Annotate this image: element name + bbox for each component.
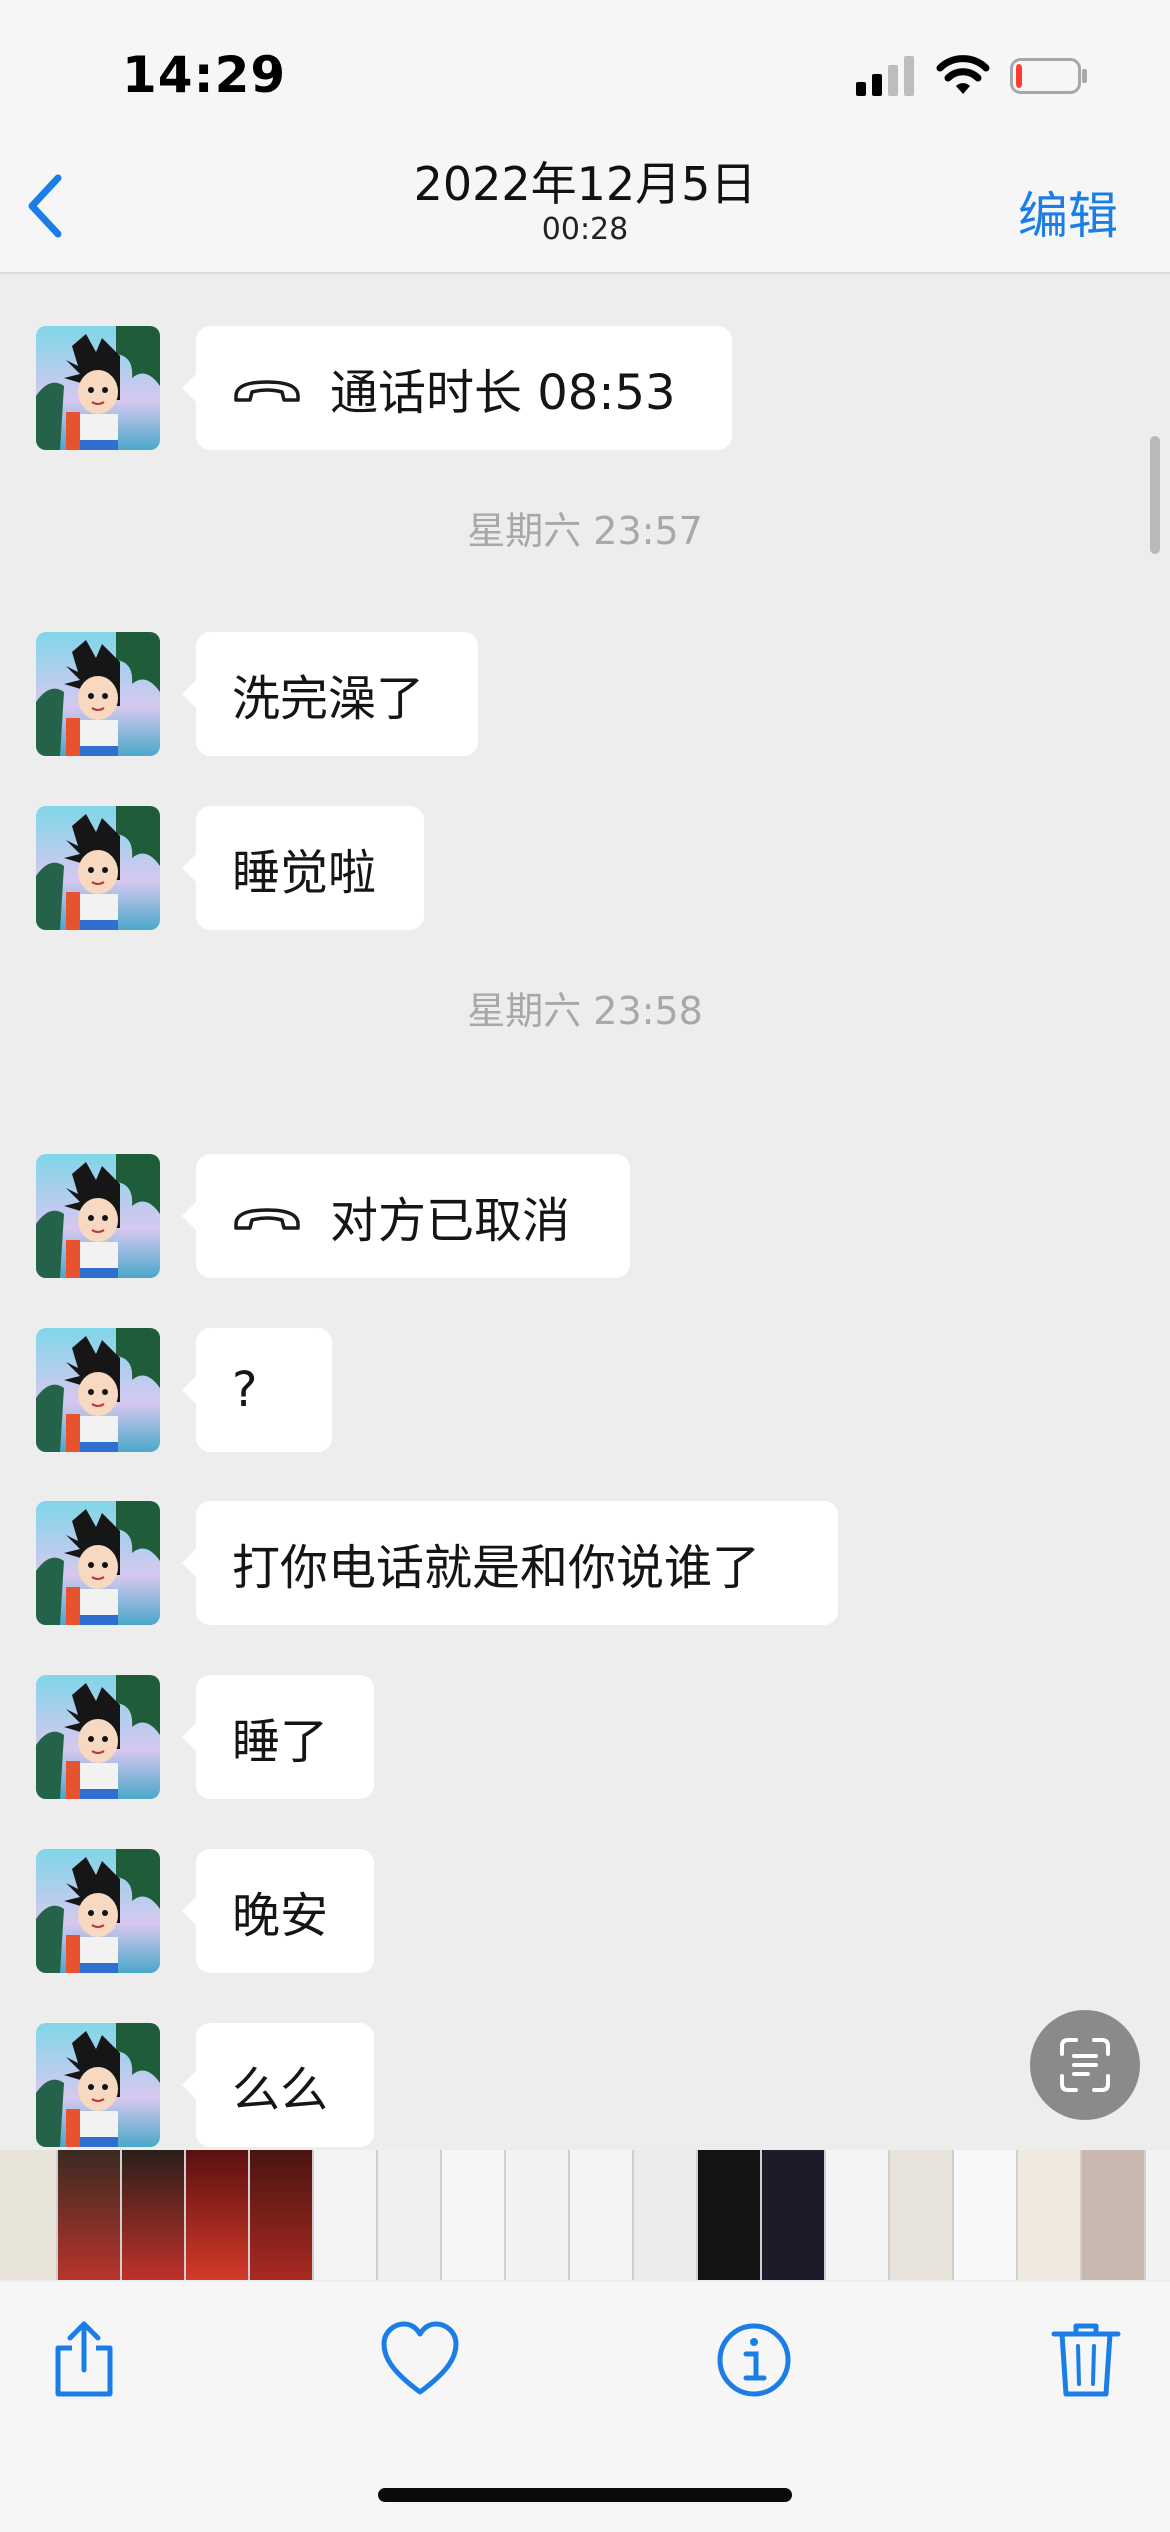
avatar[interactable]: [36, 1675, 160, 1799]
edit-button[interactable]: 编辑: [1018, 176, 1118, 248]
message-bubble[interactable]: 睡觉啦: [182, 806, 424, 930]
delete-button[interactable]: [1050, 2318, 1122, 2398]
message-text: 睡觉啦: [232, 845, 377, 901]
thumbnail[interactable]: [954, 2150, 1016, 2280]
thumbnail[interactable]: [442, 2150, 504, 2280]
message-timestamp: 星期六 23:57: [467, 509, 703, 553]
thumbnail[interactable]: [250, 2150, 312, 2280]
avatar[interactable]: [36, 806, 160, 930]
message-text: 通话时长 08:53: [330, 365, 676, 421]
avatar[interactable]: [36, 1501, 160, 1625]
call-message-bubble[interactable]: 通话时长 08:53: [182, 326, 732, 450]
message-text: 么么: [232, 2062, 329, 2118]
call-message-bubble[interactable]: 对方已取消: [182, 1154, 630, 1278]
phone-hangup-icon: [234, 1208, 300, 1230]
thumbnail[interactable]: [58, 2150, 120, 2280]
thumbnail[interactable]: [698, 2150, 760, 2280]
header-time: 00:28: [541, 212, 629, 247]
thumbnail[interactable]: [890, 2150, 952, 2280]
thumbnail[interactable]: [0, 2150, 56, 2280]
live-text-icon: [1060, 2038, 1110, 2092]
thumbnail[interactable]: [570, 2150, 632, 2280]
avatar[interactable]: [36, 1328, 160, 1452]
avatar[interactable]: [36, 1154, 160, 1278]
header-date: 2022年12月5日: [413, 157, 757, 211]
thumbnail[interactable]: [378, 2150, 440, 2280]
phone-hangup-icon: [234, 380, 300, 402]
message-bubble[interactable]: 么么: [182, 2023, 374, 2147]
message-text: 打你电话就是和你说谁了: [232, 1540, 761, 1596]
message-text: 对方已取消: [330, 1193, 571, 1249]
favorite-button[interactable]: [380, 2320, 460, 2400]
message-text: 晚安: [232, 1888, 329, 1944]
thumbnail[interactable]: [1146, 2150, 1170, 2280]
thumbnail[interactable]: [186, 2150, 248, 2280]
message-bubble[interactable]: 睡了: [182, 1675, 374, 1799]
live-text-button[interactable]: [1030, 2010, 1140, 2120]
battery-icon: [1010, 58, 1087, 94]
thumbnail[interactable]: [634, 2150, 696, 2280]
status-time: 14:29: [122, 46, 287, 104]
message-text: 睡了: [232, 1714, 329, 1770]
thumbnail[interactable]: [762, 2150, 824, 2280]
message-timestamp: 星期六 23:58: [467, 989, 703, 1033]
info-button[interactable]: [714, 2320, 794, 2400]
thumbnail[interactable]: [314, 2150, 376, 2280]
cellular-signal-icon: [856, 56, 914, 96]
avatar[interactable]: [36, 326, 160, 450]
thumbnail-strip[interactable]: [0, 2150, 1170, 2280]
avatar[interactable]: [36, 1849, 160, 1973]
thumbnail[interactable]: [1082, 2150, 1144, 2280]
avatar[interactable]: [36, 632, 160, 756]
message-text: 洗完澡了: [232, 671, 425, 727]
message-bubble[interactable]: ?: [182, 1328, 332, 1452]
thumbnail[interactable]: [826, 2150, 888, 2280]
message-text: ?: [232, 1362, 258, 1418]
wifi-icon: [936, 55, 990, 94]
home-indicator: [378, 2488, 792, 2502]
message-bubble[interactable]: 晚安: [182, 1849, 374, 1973]
message-bubble[interactable]: 洗完澡了: [182, 632, 478, 756]
share-button[interactable]: [48, 2318, 120, 2398]
message-bubble[interactable]: 打你电话就是和你说谁了: [182, 1501, 838, 1625]
avatar[interactable]: [36, 2023, 160, 2147]
thumbnail[interactable]: [506, 2150, 568, 2280]
thumbnail[interactable]: [1018, 2150, 1080, 2280]
thumbnail[interactable]: [122, 2150, 184, 2280]
